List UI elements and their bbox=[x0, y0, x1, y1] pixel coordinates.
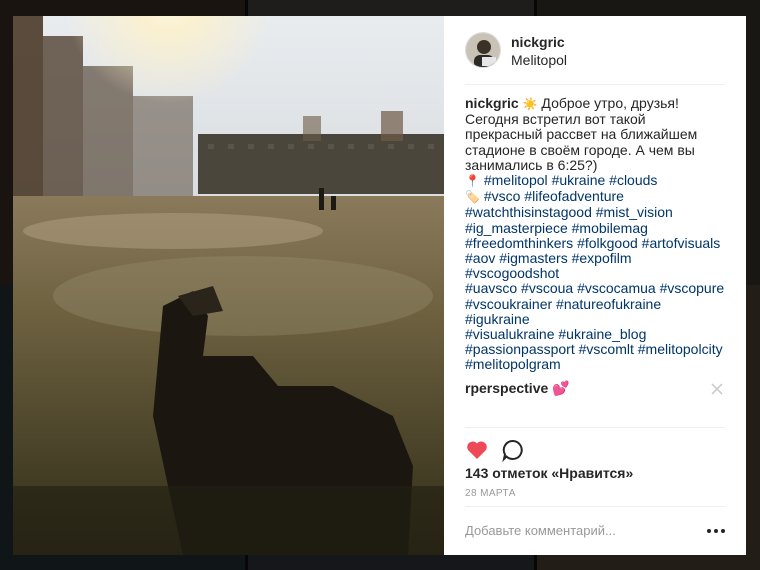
hashtag-link[interactable]: #vscocamua bbox=[577, 280, 656, 296]
hashtag-link[interactable]: #artofvisuals bbox=[642, 235, 721, 251]
hashtag-link[interactable]: #ukraine bbox=[552, 172, 606, 188]
hashtag-link[interactable]: #vscomlt bbox=[579, 341, 634, 357]
hashtag-line: #freedomthinkers #folkgood #artofvisuals bbox=[465, 235, 725, 251]
hashtag-link[interactable]: #watchthisinstagood bbox=[465, 204, 592, 220]
hashtag-line: #visualukraine #ukraine_blog bbox=[465, 326, 725, 342]
hashtag-line: 📍 #melitopol #ukraine #clouds bbox=[465, 172, 725, 189]
hashtag-link[interactable]: #melitopolcity bbox=[638, 341, 723, 357]
hashtag-line: #melitopolgram bbox=[465, 357, 725, 372]
comment-input[interactable] bbox=[465, 523, 707, 538]
close-icon[interactable] bbox=[711, 381, 723, 395]
likes-count[interactable]: 143 отметок «Нравится» bbox=[465, 465, 633, 481]
hashtag-link[interactable]: #lifeofadventure bbox=[524, 188, 624, 204]
comment-text: 💕 bbox=[548, 379, 570, 396]
hashtag-line: 🏷️ #vsco #lifeofadventure bbox=[465, 189, 725, 205]
comment-icon[interactable] bbox=[501, 438, 525, 463]
hashtag-line: #passionpassport #vscomlt #melitopolcity bbox=[465, 342, 725, 357]
comment-username[interactable]: rperspective bbox=[465, 380, 548, 396]
hashtag-line: #ig_masterpiece #mobilemag bbox=[465, 220, 725, 236]
hashtag-link[interactable]: #mist_vision bbox=[596, 204, 673, 220]
hashtag-link[interactable]: #clouds bbox=[609, 172, 657, 188]
hashtag-link[interactable]: #ukraine_blog bbox=[558, 326, 646, 342]
hashtag-link[interactable]: #mobilemag bbox=[572, 220, 648, 236]
hashtag-link[interactable]: #ig_masterpiece bbox=[465, 220, 568, 236]
post-header: nickgric Melitopol bbox=[465, 32, 725, 85]
hashtag-link[interactable]: #igmasters bbox=[499, 250, 567, 266]
hashtag-line: #watchthisinstagood #mist_vision bbox=[465, 205, 725, 220]
post-photo bbox=[13, 16, 444, 555]
hashtag-list: 📍 #melitopol #ukraine #clouds 🏷️ #vsco #l… bbox=[465, 172, 725, 373]
hashtag-link[interactable]: #vsco bbox=[484, 188, 521, 204]
action-bar bbox=[465, 427, 725, 469]
caption-username[interactable]: nickgric bbox=[465, 95, 519, 111]
hashtag-line: #vscoukrainer #natureofukraine #igukrain… bbox=[465, 296, 725, 327]
caption: nickgric ☀️ Доброе утро, друзья! Сегодня… bbox=[465, 95, 725, 373]
hashtag-link[interactable]: #vscoukrainer bbox=[465, 296, 552, 312]
hashtag-link[interactable]: #vscogoodshot bbox=[465, 265, 559, 281]
tag-emoji-icon: 🏷️ bbox=[465, 190, 480, 205]
hashtag-line: #aov #igmasters #expofilm #vscogoodshot bbox=[465, 250, 725, 281]
post-sidebar: nickgric Melitopol nickgric ☀️ Доброе ут… bbox=[444, 16, 746, 555]
avatar[interactable] bbox=[465, 32, 501, 68]
hashtag-link[interactable]: #uavsco bbox=[465, 280, 517, 296]
hashtag-link[interactable]: #freedomthinkers bbox=[465, 235, 573, 251]
header-username[interactable]: nickgric bbox=[511, 34, 567, 51]
hashtag-link[interactable]: #passionpassport bbox=[465, 341, 575, 357]
comment-form bbox=[465, 506, 725, 554]
hashtag-link[interactable]: #natureofukraine bbox=[556, 296, 661, 312]
hashtag-link[interactable]: #melitopolgram bbox=[465, 356, 561, 372]
hashtag-link[interactable]: #vscopure bbox=[660, 280, 725, 296]
more-options-icon[interactable] bbox=[707, 526, 725, 536]
hashtag-link[interactable]: #visualukraine bbox=[465, 326, 555, 342]
sun-emoji-icon: ☀️ bbox=[522, 97, 538, 111]
hashtag-link[interactable]: #folkgood bbox=[577, 235, 638, 251]
comment-item: rperspective 💕 bbox=[465, 379, 725, 397]
post-date[interactable]: 28 МАРТА bbox=[465, 488, 516, 499]
hashtag-link[interactable]: #vscoua bbox=[521, 280, 573, 296]
hashtag-link[interactable]: #expofilm bbox=[572, 250, 632, 266]
hashtag-link[interactable]: #igukraine bbox=[465, 311, 530, 327]
post-modal: nickgric Melitopol nickgric ☀️ Доброе ут… bbox=[13, 16, 746, 555]
hashtag-link[interactable]: #aov bbox=[465, 250, 495, 266]
sunrise-field-image bbox=[13, 16, 444, 555]
hashtag-link[interactable]: #melitopol bbox=[484, 172, 548, 188]
header-location[interactable]: Melitopol bbox=[511, 51, 567, 69]
location-pin-emoji-icon: 📍 bbox=[465, 174, 480, 189]
person-avatar-icon bbox=[466, 33, 500, 67]
hashtag-line: #uavsco #vscoua #vscocamua #vscopure bbox=[465, 281, 725, 296]
heart-icon[interactable] bbox=[465, 438, 489, 462]
comments-section: nickgric ☀️ Доброе утро, друзья! Сегодня… bbox=[465, 95, 725, 397]
